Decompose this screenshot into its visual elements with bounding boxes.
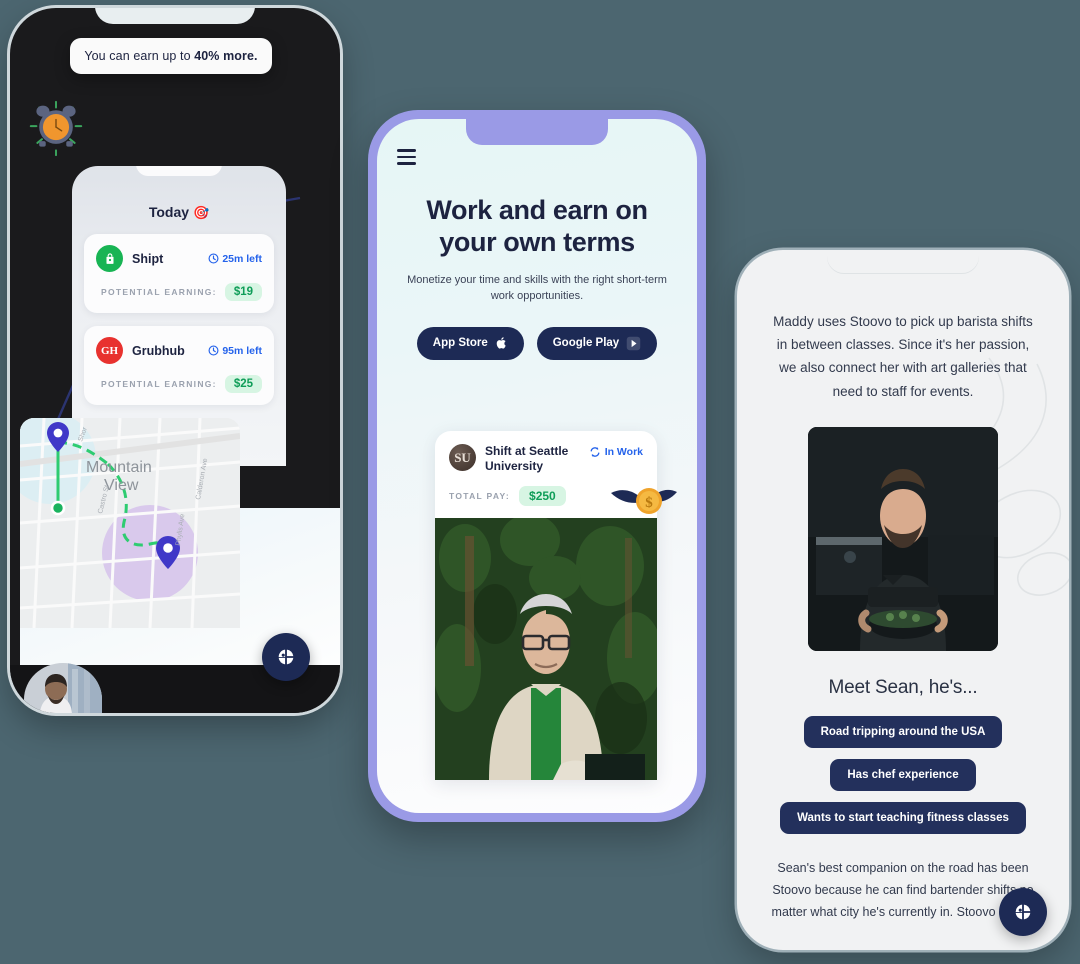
google-play-button[interactable]: Google Play	[536, 326, 658, 360]
job-name: Grubhub	[132, 343, 185, 358]
burger-line	[397, 149, 416, 152]
hamburger-menu-icon[interactable]	[397, 149, 416, 169]
clock-icon	[208, 345, 219, 356]
phone2-notch	[466, 119, 608, 145]
hero-section: Work and earn on your own terms Monetize…	[377, 119, 697, 360]
target-emoji-icon: 🎯	[192, 205, 210, 220]
map-canvas: Mountain View Castro St Calderon Ave Phy…	[20, 418, 240, 628]
svg-text:$: $	[645, 495, 653, 511]
page-title: Meet Sean, he's...	[828, 676, 978, 698]
map-view[interactable]: Mountain View Castro St Calderon Ave Phy…	[20, 418, 240, 628]
app-store-button[interactable]: App Store	[416, 326, 524, 360]
job-card-header: Shipt 25m left	[96, 245, 262, 272]
grubhub-logo-icon: GH	[96, 337, 123, 364]
toast-text: You can earn up to	[84, 49, 195, 63]
store-buttons: App Store Google Play	[401, 326, 673, 360]
phone-mockup-dark: You can earn up to 40% more. Today 🎯 Shi…	[10, 8, 340, 713]
job-card-footer: POTENTIAL EARNING: $19	[96, 283, 262, 301]
earning-label: POTENTIAL EARNING:	[101, 287, 217, 297]
play-triangle-icon	[626, 336, 641, 350]
job-time-text: 25m left	[222, 252, 262, 265]
burger-line	[397, 155, 416, 159]
app-store-label: App Store	[432, 337, 488, 350]
shift-card-header: SU Shift at Seattle University In Work	[449, 444, 643, 475]
job-time-left: 25m left	[208, 253, 262, 265]
job-card-header: GH Grubhub 95m left	[96, 337, 262, 364]
toast-highlight: 40% more.	[194, 49, 258, 63]
earning-label: POTENTIAL EARNING:	[101, 379, 217, 389]
tag-fitness-classes[interactable]: Wants to start teaching fitness classes	[780, 801, 1026, 834]
chat-widget-button[interactable]	[999, 888, 1047, 936]
earning-value: $19	[224, 283, 262, 301]
job-time-left: 95m left	[208, 345, 262, 357]
attribute-tag-list: Road tripping around the USA Has chef ex…	[737, 715, 1069, 834]
job-card[interactable]: Shipt 25m left POTENTIAL EARNING: $19	[84, 234, 274, 313]
phone1-notch	[95, 8, 255, 24]
bag-glyph-icon	[106, 252, 113, 264]
earning-value: $25	[224, 375, 262, 393]
job-card-footer: POTENTIAL EARNING: $25	[96, 375, 262, 393]
apple-icon	[496, 337, 506, 349]
shift-title: Shift at Seattle University	[485, 444, 569, 474]
google-play-label: Google Play	[552, 337, 620, 350]
sean-photo	[808, 426, 998, 651]
phone3-notch	[827, 250, 979, 274]
clock-icon	[208, 253, 219, 264]
worker-photo	[435, 517, 657, 780]
alarm-clock-icon	[29, 100, 83, 156]
earn-more-toast: You can earn up to 40% more.	[70, 38, 272, 74]
phone2-screen: Work and earn on your own terms Monetize…	[377, 119, 697, 813]
shipt-logo-icon	[96, 245, 123, 272]
job-name: Shipt	[132, 251, 164, 266]
chat-widget-icon	[278, 649, 294, 665]
hero-title: Work and earn on your own terms	[426, 195, 648, 257]
shift-status: In Work	[589, 444, 643, 458]
tag-chef-experience[interactable]: Has chef experience	[830, 758, 976, 791]
total-pay-value: $250	[519, 485, 566, 506]
tag-road-tripping[interactable]: Road tripping around the USA	[803, 715, 1003, 748]
worker-photo-image	[435, 517, 657, 780]
map-city-line1: Mountain	[86, 459, 152, 476]
job-time-text: 95m left	[222, 344, 262, 357]
sean-photo-image	[808, 426, 998, 651]
burger-line	[397, 162, 416, 165]
seattle-university-logo-icon: SU	[449, 444, 476, 471]
su-logo-text: SU	[454, 449, 471, 465]
phone-mockup-purple: Work and earn on your own terms Monetize…	[368, 110, 706, 822]
winged-money-icon: $	[611, 488, 677, 514]
chat-widget-button[interactable]	[262, 633, 310, 681]
total-pay-label: TOTAL PAY:	[449, 490, 511, 501]
today-heading: Today 🎯	[72, 204, 286, 221]
hero-subtitle: Monetize your time and skills with the r…	[407, 273, 667, 303]
sync-arrows-icon	[590, 447, 600, 457]
today-label: Today	[148, 204, 190, 220]
chat-widget-icon	[1015, 904, 1031, 920]
inner-notch	[136, 166, 222, 176]
grubhub-logo-text: GH	[100, 344, 119, 357]
phone-mockup-light: Maddy uses Stoovo to pick up barista shi…	[737, 250, 1069, 950]
screenshot-stage: You can earn up to 40% more. Today 🎯 Shi…	[0, 0, 1080, 964]
job-card[interactable]: GH Grubhub 95m left POTENTIAL EARNING: $…	[84, 326, 274, 405]
shift-status-text: In Work	[604, 446, 643, 458]
shift-card[interactable]: SU Shift at Seattle University In Work T…	[435, 431, 677, 780]
